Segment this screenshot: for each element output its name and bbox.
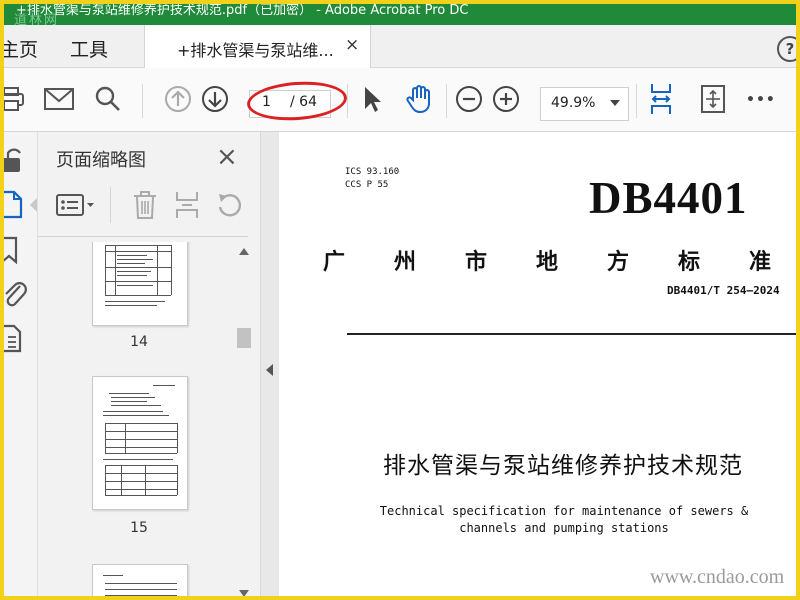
rotate-icon[interactable] <box>216 191 244 223</box>
chinese-title: 排水管渠与泵站维修养护技术规范 <box>383 453 743 479</box>
thumbnail-scrollbar[interactable] <box>236 242 252 596</box>
page-down-icon[interactable] <box>201 84 229 114</box>
zoom-value: 49.9% <box>551 95 596 111</box>
heading-char: 广 <box>323 250 346 275</box>
red-highlight-ellipse <box>245 78 349 124</box>
trash-icon[interactable] <box>132 190 158 224</box>
more-icon[interactable]: ••• <box>746 92 776 108</box>
english-title-line: channels and pumping stations <box>459 521 669 535</box>
document-tab-label: +排水管渠与泵站维... <box>177 41 334 60</box>
standard-number: DB4401/T 254—2024 <box>667 284 780 297</box>
mail-icon[interactable] <box>44 84 74 114</box>
chevron-down-icon[interactable] <box>610 100 620 106</box>
heading-char: 地 <box>536 250 559 275</box>
page-thumbnails-panel: 页面缩略图 × 14 15 <box>38 132 260 596</box>
heading-char: 市 <box>465 250 488 275</box>
site-watermark: www.cndao.com <box>650 566 785 588</box>
thumbnail-page-14[interactable] <box>92 242 188 326</box>
scroll-thumb[interactable] <box>237 328 251 348</box>
menu-tools[interactable]: 工具 <box>70 35 108 62</box>
document-icon[interactable] <box>4 324 24 358</box>
thumbnail-list: 14 15 <box>38 242 236 596</box>
help-icon[interactable]: ? <box>777 36 796 62</box>
document-page: ICS 93.160 CCS P 55 DB4401 广 州 市 地 方 标 准… <box>279 132 796 596</box>
panel-title: 页面缩略图 <box>56 150 146 171</box>
english-title-line: Technical specification for maintenance … <box>379 504 749 518</box>
hand-icon[interactable] <box>404 84 434 114</box>
toolbar-separator <box>636 84 637 118</box>
menu-bar: 主页 工具 +排水管渠与泵站维... × ? <box>4 25 796 68</box>
ics-line: ICS 93.160 <box>345 167 400 177</box>
toolbar: 1 / 64 49.9% ••• <box>4 68 796 132</box>
page-up-icon[interactable] <box>164 84 192 114</box>
standard-prefix: DB4401 <box>589 173 748 223</box>
heading-char: 准 <box>749 250 772 275</box>
ccs-line: CCS P 55 <box>345 180 389 190</box>
search-icon[interactable] <box>94 84 122 114</box>
thumbnail-options-icon[interactable] <box>56 193 96 223</box>
thumbnail-page-15[interactable] <box>92 376 188 510</box>
ics-code: ICS 93.160 CCS P 55 <box>345 166 399 192</box>
full-screen-icon[interactable] <box>700 84 726 114</box>
corner-watermark: 道林网 <box>14 13 60 25</box>
panel-collapse-handle[interactable] <box>260 132 280 596</box>
local-standard-heading: 广 州 市 地 方 标 准 <box>323 244 796 275</box>
english-title: Technical specification for maintenance … <box>279 503 796 537</box>
panel-separator <box>110 187 111 223</box>
toolbar-separator <box>446 84 447 118</box>
tab-close-icon[interactable]: × <box>345 35 359 55</box>
pages-icon[interactable] <box>4 190 28 224</box>
toolbar-separator <box>142 84 143 118</box>
fit-width-icon[interactable] <box>648 84 674 114</box>
thumbnail-page-16[interactable] <box>92 564 188 596</box>
active-pointer <box>30 198 37 212</box>
heading-char: 州 <box>394 250 417 275</box>
document-tab[interactable]: +排水管渠与泵站维... × <box>144 25 371 68</box>
heading-char: 标 <box>678 250 701 275</box>
lock-icon[interactable] <box>4 146 24 178</box>
print-icon[interactable] <box>4 84 26 114</box>
scroll-up-icon[interactable] <box>239 248 249 255</box>
panel-divider <box>38 236 248 237</box>
panel-tools <box>56 187 246 227</box>
scroll-down-icon[interactable] <box>239 590 249 596</box>
app-window: +排水管渠与泵站维修养护技术规范.pdf（已加密） - Adobe Acroba… <box>4 4 796 596</box>
chevron-left-icon[interactable] <box>266 364 273 376</box>
menu-home[interactable]: 主页 <box>4 35 38 62</box>
thumbnail-label: 15 <box>130 520 148 536</box>
select-arrow-icon[interactable] <box>361 84 383 114</box>
title-bar: +排水管渠与泵站维修养护技术规范.pdf（已加密） - Adobe Acroba… <box>4 4 796 25</box>
zoom-in-icon[interactable] <box>492 84 520 114</box>
window-title: +排水管渠与泵站维修养护技术规范.pdf（已加密） - Adobe Acroba… <box>16 4 469 18</box>
zoom-out-icon[interactable] <box>455 84 483 114</box>
zoom-select[interactable]: 49.9% <box>540 87 629 121</box>
insert-page-icon[interactable] <box>174 190 200 224</box>
panel-close-icon[interactable]: × <box>216 142 238 172</box>
attachment-icon[interactable] <box>4 278 28 312</box>
navigation-rail <box>4 132 38 596</box>
thumbnail-label: 14 <box>130 334 148 350</box>
toolbar-separator <box>347 84 348 118</box>
header-rule <box>347 333 796 335</box>
heading-char: 方 <box>607 250 630 275</box>
bookmark-icon[interactable] <box>4 236 22 268</box>
